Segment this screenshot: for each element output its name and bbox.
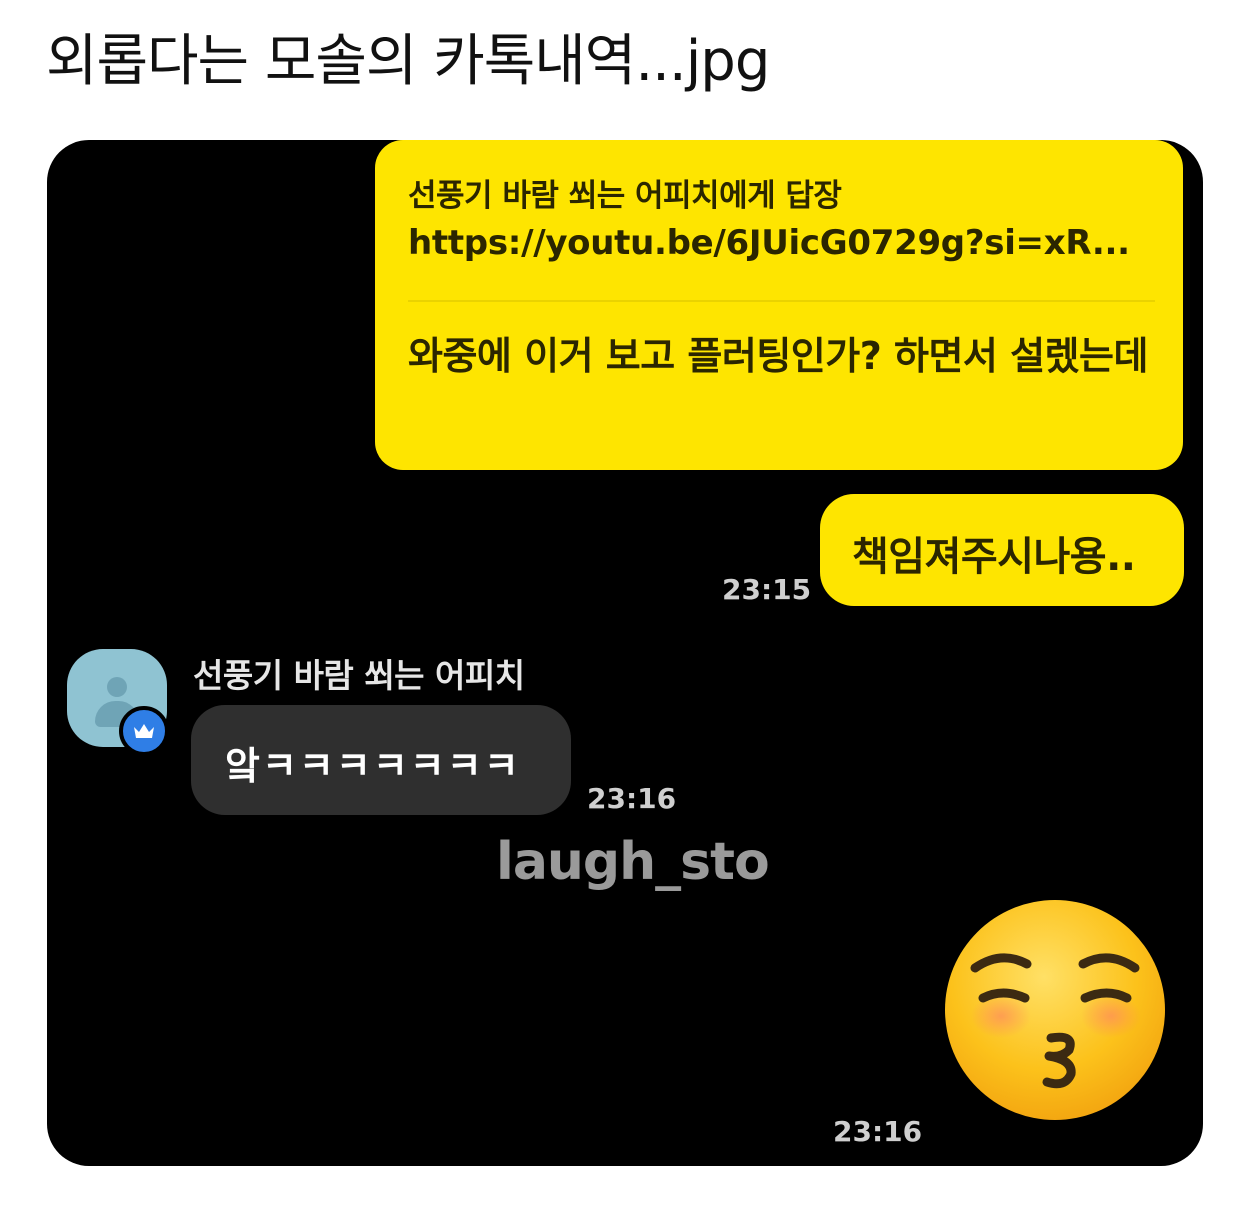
watermark: laugh_sto	[496, 832, 770, 892]
sent-timestamp: 23:15	[722, 573, 812, 606]
received-timestamp: 23:16	[587, 782, 677, 815]
reply-to-label: 선풍기 바람 쐬는 어피치에게 답장	[408, 178, 842, 214]
sent-message-text: 책임져주시나용..	[852, 534, 1136, 580]
reply-divider	[408, 300, 1155, 302]
sender-name: 선풍기 바람 쐬는 어피치	[193, 656, 525, 695]
crown-icon	[119, 706, 169, 756]
kissing-face-closed-eyes-emoji-icon[interactable]	[943, 898, 1167, 1122]
sticker-timestamp: 23:16	[833, 1115, 923, 1148]
sent-message-bubble[interactable]: 책임져주시나용..	[820, 494, 1184, 606]
sent-reply-bubble[interactable]: 선풍기 바람 쐬는 어피치에게 답장 https://youtu.be/6JUi…	[375, 140, 1183, 470]
default-profile-icon	[107, 677, 127, 697]
post-title: 외롭다는 모솔의 카톡내역...jpg	[46, 29, 770, 94]
received-message-bubble[interactable]: 앜ㅋㅋㅋㅋㅋㅋㅋ	[191, 705, 571, 815]
reply-link[interactable]: https://youtu.be/6JUicG0729g?si=xR...	[408, 223, 1130, 263]
received-message-text: 앜ㅋㅋㅋㅋㅋㅋㅋ	[225, 744, 521, 788]
chat-screenshot: 선풍기 바람 쐬는 어피치에게 답장 https://youtu.be/6JUi…	[47, 140, 1203, 1166]
reply-message-text: 와중에 이거 보고 플러팅인가? 하면서 설렜는데	[408, 334, 1148, 378]
